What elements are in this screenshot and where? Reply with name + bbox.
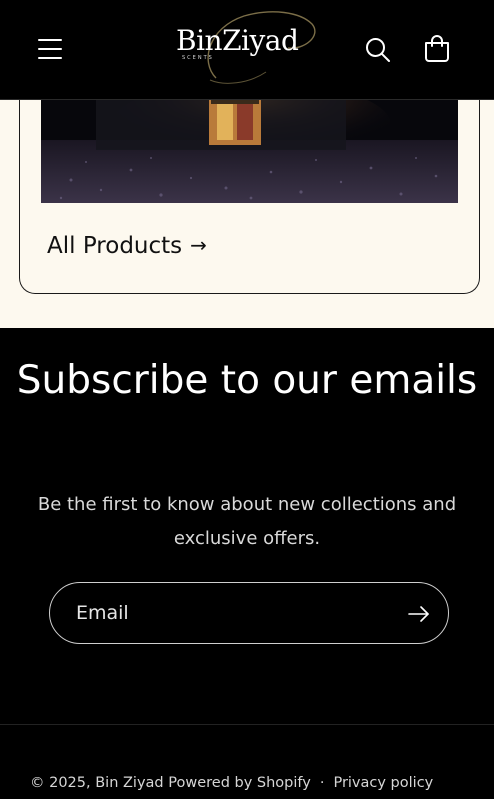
shopping-bag-icon[interactable] [422, 34, 452, 64]
site-footer: © 2025, Bin Ziyad Powered by Shopify · Pri… [0, 724, 494, 799]
logo-wordmark: BinZiyad [176, 24, 299, 57]
arrow-right-icon[interactable] [404, 599, 434, 629]
copyright-text: © 2025, Bin Ziyad [30, 775, 164, 791]
collection-image[interactable] [41, 100, 458, 203]
all-products-label: All Products [47, 233, 183, 259]
newsletter-section: Subscribe to our emails Be the first to … [0, 328, 494, 724]
footer-separator: · [319, 775, 325, 791]
logo-tagline: SCENTS [182, 55, 214, 61]
all-products-link[interactable]: All Products → [47, 233, 207, 259]
newsletter-description: Be the first to know about new collectio… [37, 494, 457, 549]
site-logo[interactable]: BinZiyad SCENTS [170, 10, 320, 90]
arrow-right-icon: → [190, 233, 207, 257]
privacy-policy-link[interactable]: Privacy policy [333, 775, 433, 791]
site-header: BinZiyad SCENTS [0, 0, 494, 100]
newsletter-title: Subscribe to our emails [16, 358, 478, 403]
email-field-wrapper [49, 582, 449, 644]
hamburger-menu-icon[interactable] [36, 34, 66, 64]
email-input[interactable] [76, 597, 376, 629]
footer-copyright-line: © 2025, Bin Ziyad Powered by Shopify · Pri… [30, 775, 433, 791]
powered-by-link[interactable]: Powered by Shopify [168, 775, 311, 791]
search-icon[interactable] [364, 36, 392, 64]
